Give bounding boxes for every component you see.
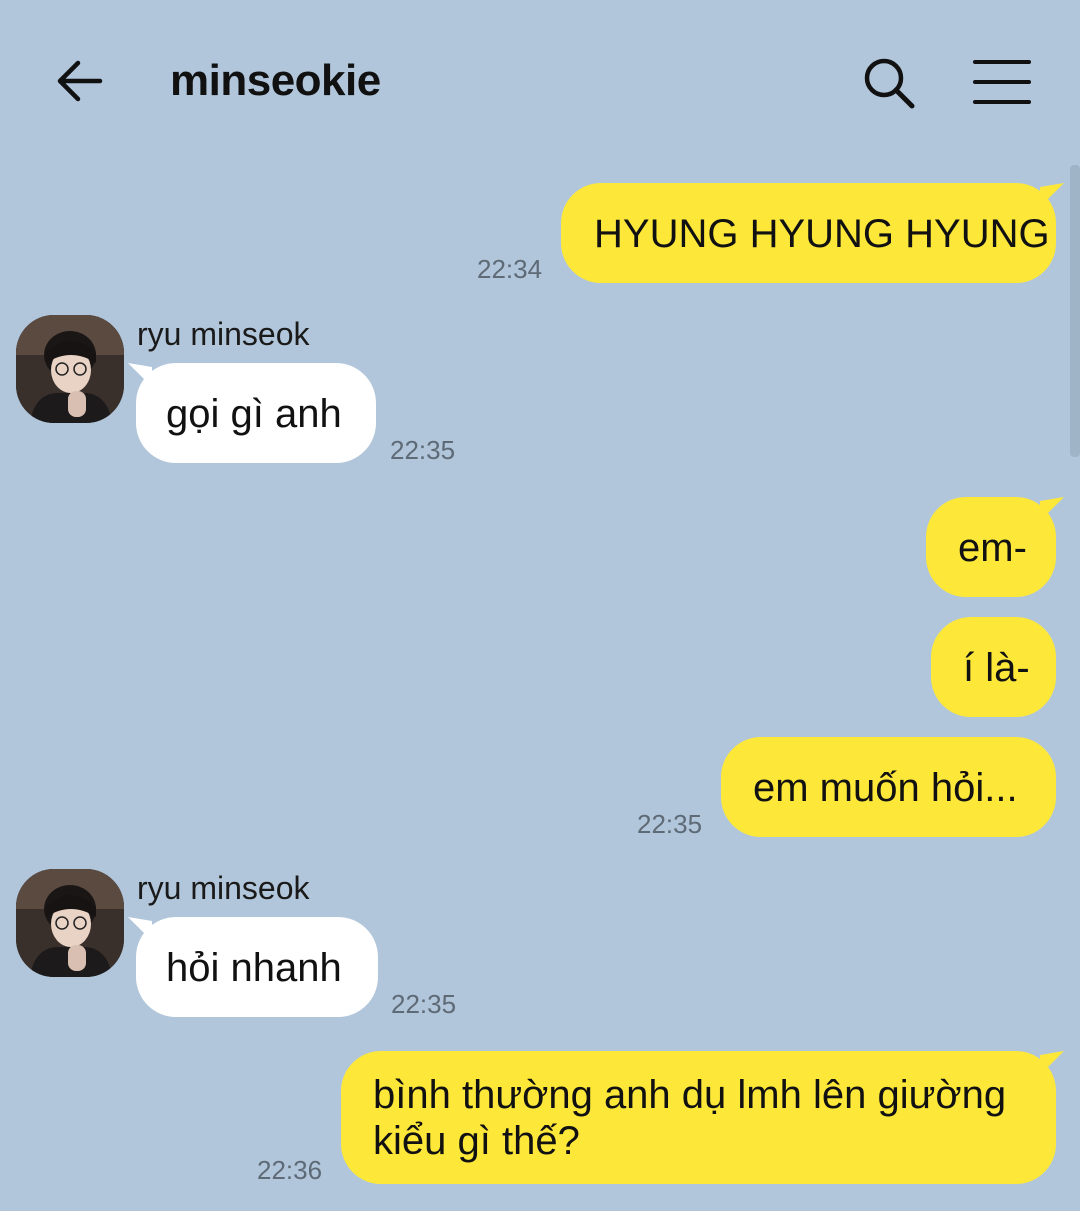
avatar-photo xyxy=(16,869,124,977)
message-time: 22:34 xyxy=(477,254,543,284)
message-text: em- xyxy=(958,526,1027,570)
chat-title: minseokie xyxy=(170,56,381,105)
message-text: HYUNG HYUNG HYUNG xyxy=(594,212,1050,256)
message-text: í là- xyxy=(963,646,1030,690)
bubble-tail xyxy=(128,917,152,941)
message-time: 22:36 xyxy=(257,1155,323,1185)
message-text: gọi gì anh xyxy=(166,392,342,436)
avatar[interactable] xyxy=(16,869,124,977)
message-text-line: bình thường anh dụ lmh lên giường xyxy=(373,1073,1007,1117)
message-time: 22:35 xyxy=(390,435,456,465)
bubble-tail xyxy=(128,363,152,387)
message-text: hỏi nhanh xyxy=(166,946,342,990)
search-icon[interactable] xyxy=(860,54,918,112)
bubble-tail xyxy=(1040,1051,1064,1075)
chat-header: minseokie xyxy=(0,0,1080,165)
bubble-tail xyxy=(1040,183,1064,207)
message-text-line: kiểu gì thế? xyxy=(373,1119,580,1163)
scrollbar[interactable] xyxy=(1070,165,1080,457)
message-bubble-received[interactable]: gọi gì anh xyxy=(128,363,376,463)
hamburger-menu-icon[interactable] xyxy=(972,56,1032,108)
message-bubble-sent[interactable]: em- xyxy=(926,497,1064,597)
message-time: 22:35 xyxy=(637,809,703,839)
message-time: 22:35 xyxy=(391,989,457,1019)
message-bubble-sent[interactable]: bình thường anh dụ lmh lên giường kiểu g… xyxy=(341,1051,1064,1184)
message-text: em muốn hỏi... xyxy=(753,766,1018,810)
avatar-photo xyxy=(16,315,124,423)
message-bubble-sent[interactable]: í là- xyxy=(931,617,1056,717)
message-bubble-sent[interactable]: HYUNG HYUNG HYUNG xyxy=(561,183,1064,283)
avatar[interactable] xyxy=(16,315,124,423)
bubble-tail xyxy=(1040,497,1064,521)
arrow-left-icon[interactable] xyxy=(52,52,110,110)
message-bubble-sent[interactable]: em muốn hỏi... xyxy=(721,737,1056,837)
message-bubble-received[interactable]: hỏi nhanh xyxy=(128,917,378,1017)
sender-name: ryu minseok xyxy=(137,316,310,352)
sender-name: ryu minseok xyxy=(137,870,310,906)
